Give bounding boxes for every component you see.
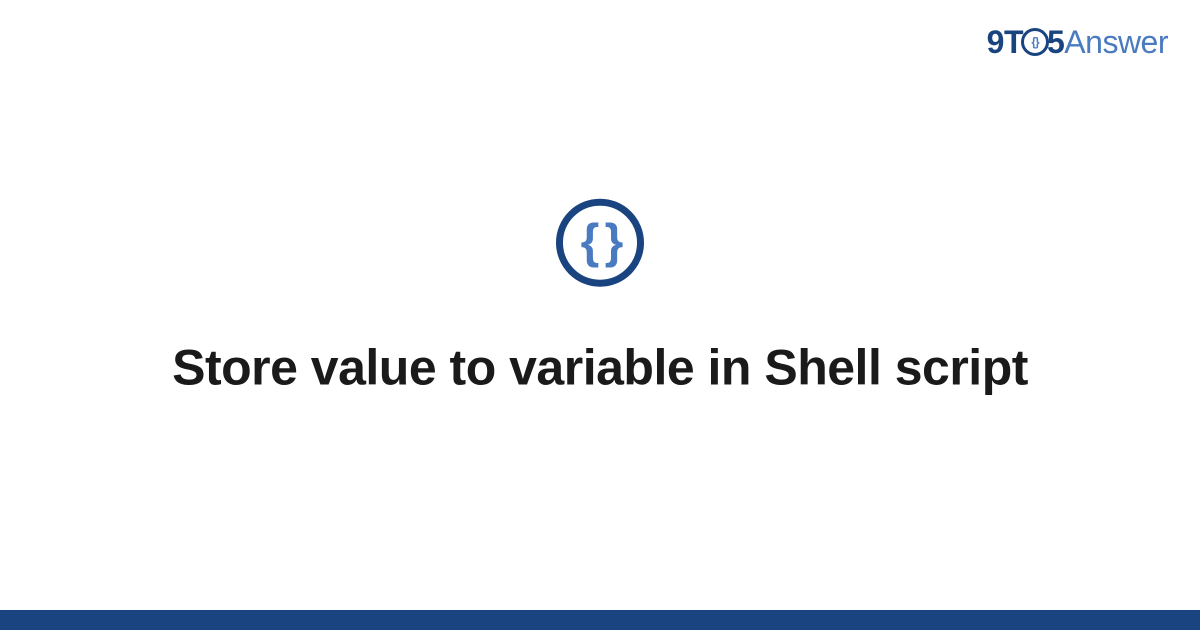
brand-logo: 9T {} 5Answer xyxy=(987,24,1168,61)
bottom-accent-bar xyxy=(0,610,1200,630)
brand-text-answer: Answer xyxy=(1064,24,1168,60)
page-title: Store value to variable in Shell script xyxy=(0,337,1200,400)
code-braces-icon: { } xyxy=(556,199,644,287)
brand-text-5: 5 xyxy=(1047,24,1064,60)
braces-glyph: { } xyxy=(581,219,620,267)
brand-o-icon: {} xyxy=(1021,28,1049,56)
brand-o-braces: {} xyxy=(1031,35,1038,49)
brand-text-9t: 9T xyxy=(987,24,1023,60)
main-content: { } Store value to variable in Shell scr… xyxy=(0,199,1200,400)
